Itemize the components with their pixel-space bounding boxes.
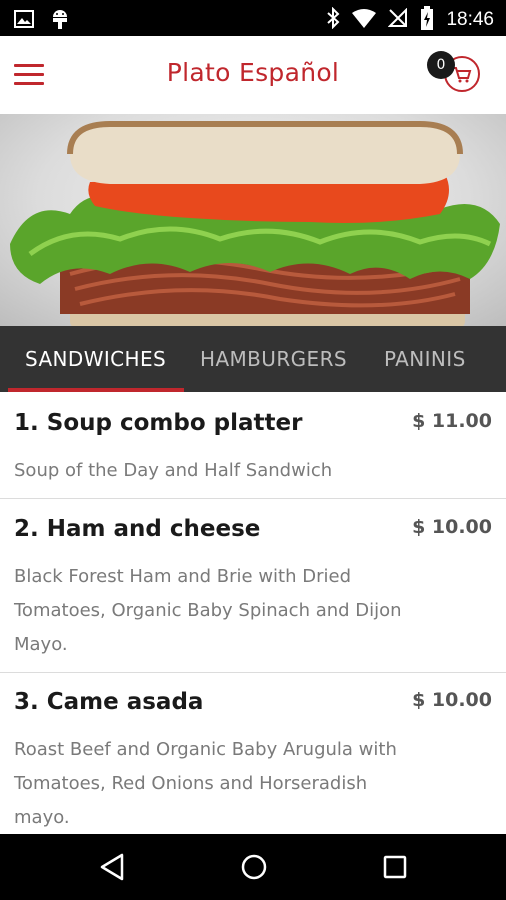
image-icon — [14, 10, 34, 32]
tab-sandwiches[interactable]: SANDWICHES — [25, 326, 166, 392]
item-price: $ 10.00 — [412, 689, 492, 711]
back-icon[interactable] — [98, 852, 128, 882]
tab-hamburgers[interactable]: HAMBURGERS — [200, 326, 347, 392]
item-description: Roast Beef and Organic Baby Arugula with… — [14, 739, 397, 828]
item-name: 3. Came asada — [14, 689, 204, 715]
item-price: $ 11.00 — [412, 410, 492, 432]
cart-count-badge: 0 — [427, 51, 455, 79]
system-nav-bar — [0, 834, 506, 900]
tab-paninis[interactable]: PANINIS — [384, 326, 466, 392]
list-item[interactable]: 3. Came asada $ 10.00 Roast Beef and Org… — [0, 673, 506, 834]
item-description: Black Forest Ham and Brie with Dried Tom… — [14, 566, 402, 655]
status-bar: 18:46 — [0, 0, 506, 36]
status-time: 18:46 — [446, 9, 494, 30]
menu-list: 1. Soup combo platter $ 11.00 Soup of th… — [0, 392, 506, 834]
battery-charging-icon — [420, 6, 434, 34]
recents-icon[interactable] — [380, 852, 410, 882]
category-tabs: SANDWICHES HAMBURGERS PANINIS — [0, 326, 506, 392]
hero-sandwich-image — [0, 114, 506, 326]
app-bar: Plato Español 0 — [0, 36, 506, 114]
item-price: $ 10.00 — [412, 516, 492, 538]
list-item[interactable]: 1. Soup combo platter $ 11.00 Soup of th… — [0, 392, 506, 499]
home-icon[interactable] — [239, 852, 269, 882]
item-name: 2. Ham and cheese — [14, 516, 261, 542]
wifi-icon — [352, 8, 377, 32]
item-description: Soup of the Day and Half Sandwich — [14, 460, 333, 481]
bluetooth-icon — [326, 6, 340, 33]
item-name: 1. Soup combo platter — [14, 410, 303, 436]
android-icon — [50, 8, 70, 34]
list-item[interactable]: 2. Ham and cheese $ 10.00 Black Forest H… — [0, 499, 506, 673]
no-sim-icon — [388, 7, 408, 32]
